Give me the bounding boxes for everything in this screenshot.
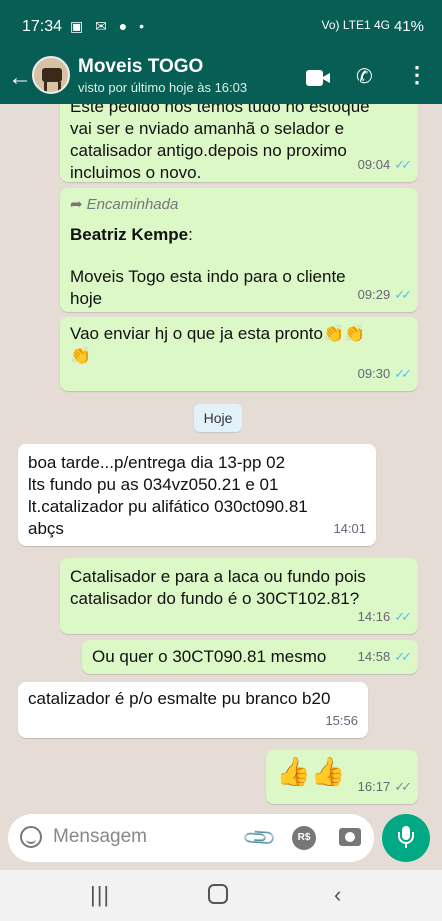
- message-meta: 14:16 ✓✓: [357, 609, 412, 624]
- message-text: Catalisador e para a laca ou fundo pois …: [70, 567, 366, 608]
- message-text: Vao enviar hj o que ja esta pronto👏👏 👏: [70, 324, 366, 365]
- read-ticks-icon: ✓✓: [394, 157, 412, 172]
- read-ticks-icon: ✓✓: [394, 609, 412, 624]
- message-meta: 14:58 ✓✓: [357, 649, 412, 664]
- attach-icon[interactable]: 📎: [241, 819, 279, 857]
- forwarded-label: ➦ Encaminhada: [70, 196, 179, 213]
- read-ticks-icon: ✓✓: [394, 366, 412, 381]
- forwarded-message-bubble[interactable]: ➦ Encaminhada Beatriz Kempe: Moveis Togo …: [60, 188, 418, 312]
- message-bubble[interactable]: Vao enviar hj o que ja esta pronto👏👏 👏 0…: [60, 317, 418, 391]
- message-bubble[interactable]: catalizador é p/o esmalte pu branco b20 …: [18, 682, 368, 738]
- video-call-icon[interactable]: [306, 70, 330, 86]
- signal-indicator: Vo) LTE1 4G: [321, 18, 390, 32]
- date-divider: Hoje: [194, 404, 242, 432]
- message-meta: 14:01: [333, 521, 366, 536]
- message-input[interactable]: [53, 826, 233, 848]
- chat-header: ← Moveis TOGO visto por último hoje às 1…: [0, 54, 442, 104]
- payment-icon[interactable]: R$: [292, 826, 316, 850]
- recents-icon[interactable]: |||: [90, 882, 110, 908]
- message-meta: 15:56: [325, 713, 358, 728]
- message-bubble[interactable]: boa tarde...p/entrega dia 13-pp 02 lts f…: [18, 444, 376, 546]
- nav-back-icon[interactable]: ‹: [334, 882, 341, 908]
- message-text: catalizador é p/o esmalte pu branco b20: [28, 689, 331, 708]
- message-bubble[interactable]: Catalisador e para a laca ou fundo pois …: [60, 558, 418, 634]
- message-text: boa tarde...p/entrega dia 13-pp 02 lts f…: [28, 453, 308, 538]
- avatar[interactable]: [32, 56, 70, 94]
- system-nav-bar: ||| ‹: [0, 870, 442, 921]
- emoji-icon[interactable]: [20, 826, 42, 848]
- voice-call-icon[interactable]: ✆: [356, 64, 373, 89]
- last-seen: visto por último hoje às 16:03: [78, 80, 248, 95]
- forward-arrow-icon: ➦: [70, 196, 83, 213]
- forwarded-sender: Beatriz Kempe:: [70, 225, 193, 244]
- message-meta: 09:30 ✓✓: [357, 366, 412, 381]
- status-time: 17:34: [22, 18, 63, 35]
- read-ticks-icon: ✓✓: [394, 649, 412, 664]
- message-composer: 📎 R$: [8, 814, 374, 862]
- battery-level: 41%: [393, 18, 424, 35]
- contact-name[interactable]: Moveis TOGO: [78, 56, 203, 78]
- message-meta: 09:04 ✓✓: [357, 157, 412, 172]
- home-icon[interactable]: [208, 884, 228, 904]
- status-bar: 17:34 ▣ ✉ ● • Vo) LTE1 4G 41%: [0, 0, 442, 54]
- notification-icons: ▣ ✉ ● •: [70, 18, 148, 34]
- message-meta: 09:29 ✓✓: [357, 287, 412, 302]
- camera-icon[interactable]: [339, 828, 361, 846]
- mic-button[interactable]: [382, 814, 430, 862]
- back-arrow-icon[interactable]: ←: [8, 64, 32, 92]
- message-list[interactable]: Este pedido nos temos tudo no estoque va…: [0, 104, 442, 812]
- read-ticks-icon: ✓✓: [394, 287, 412, 302]
- message-bubble[interactable]: Ou quer o 30CT090.81 mesmo 14:58 ✓✓: [82, 640, 418, 674]
- message-meta: 16:17 ✓✓: [357, 779, 412, 794]
- delivered-ticks-icon: ✓✓: [394, 779, 412, 794]
- message-bubble[interactable]: 👍👍 16:17 ✓✓: [266, 750, 418, 804]
- message-bubble[interactable]: Este pedido nos temos tudo no estoque va…: [60, 104, 418, 182]
- more-options-icon[interactable]: ⋮: [406, 62, 428, 88]
